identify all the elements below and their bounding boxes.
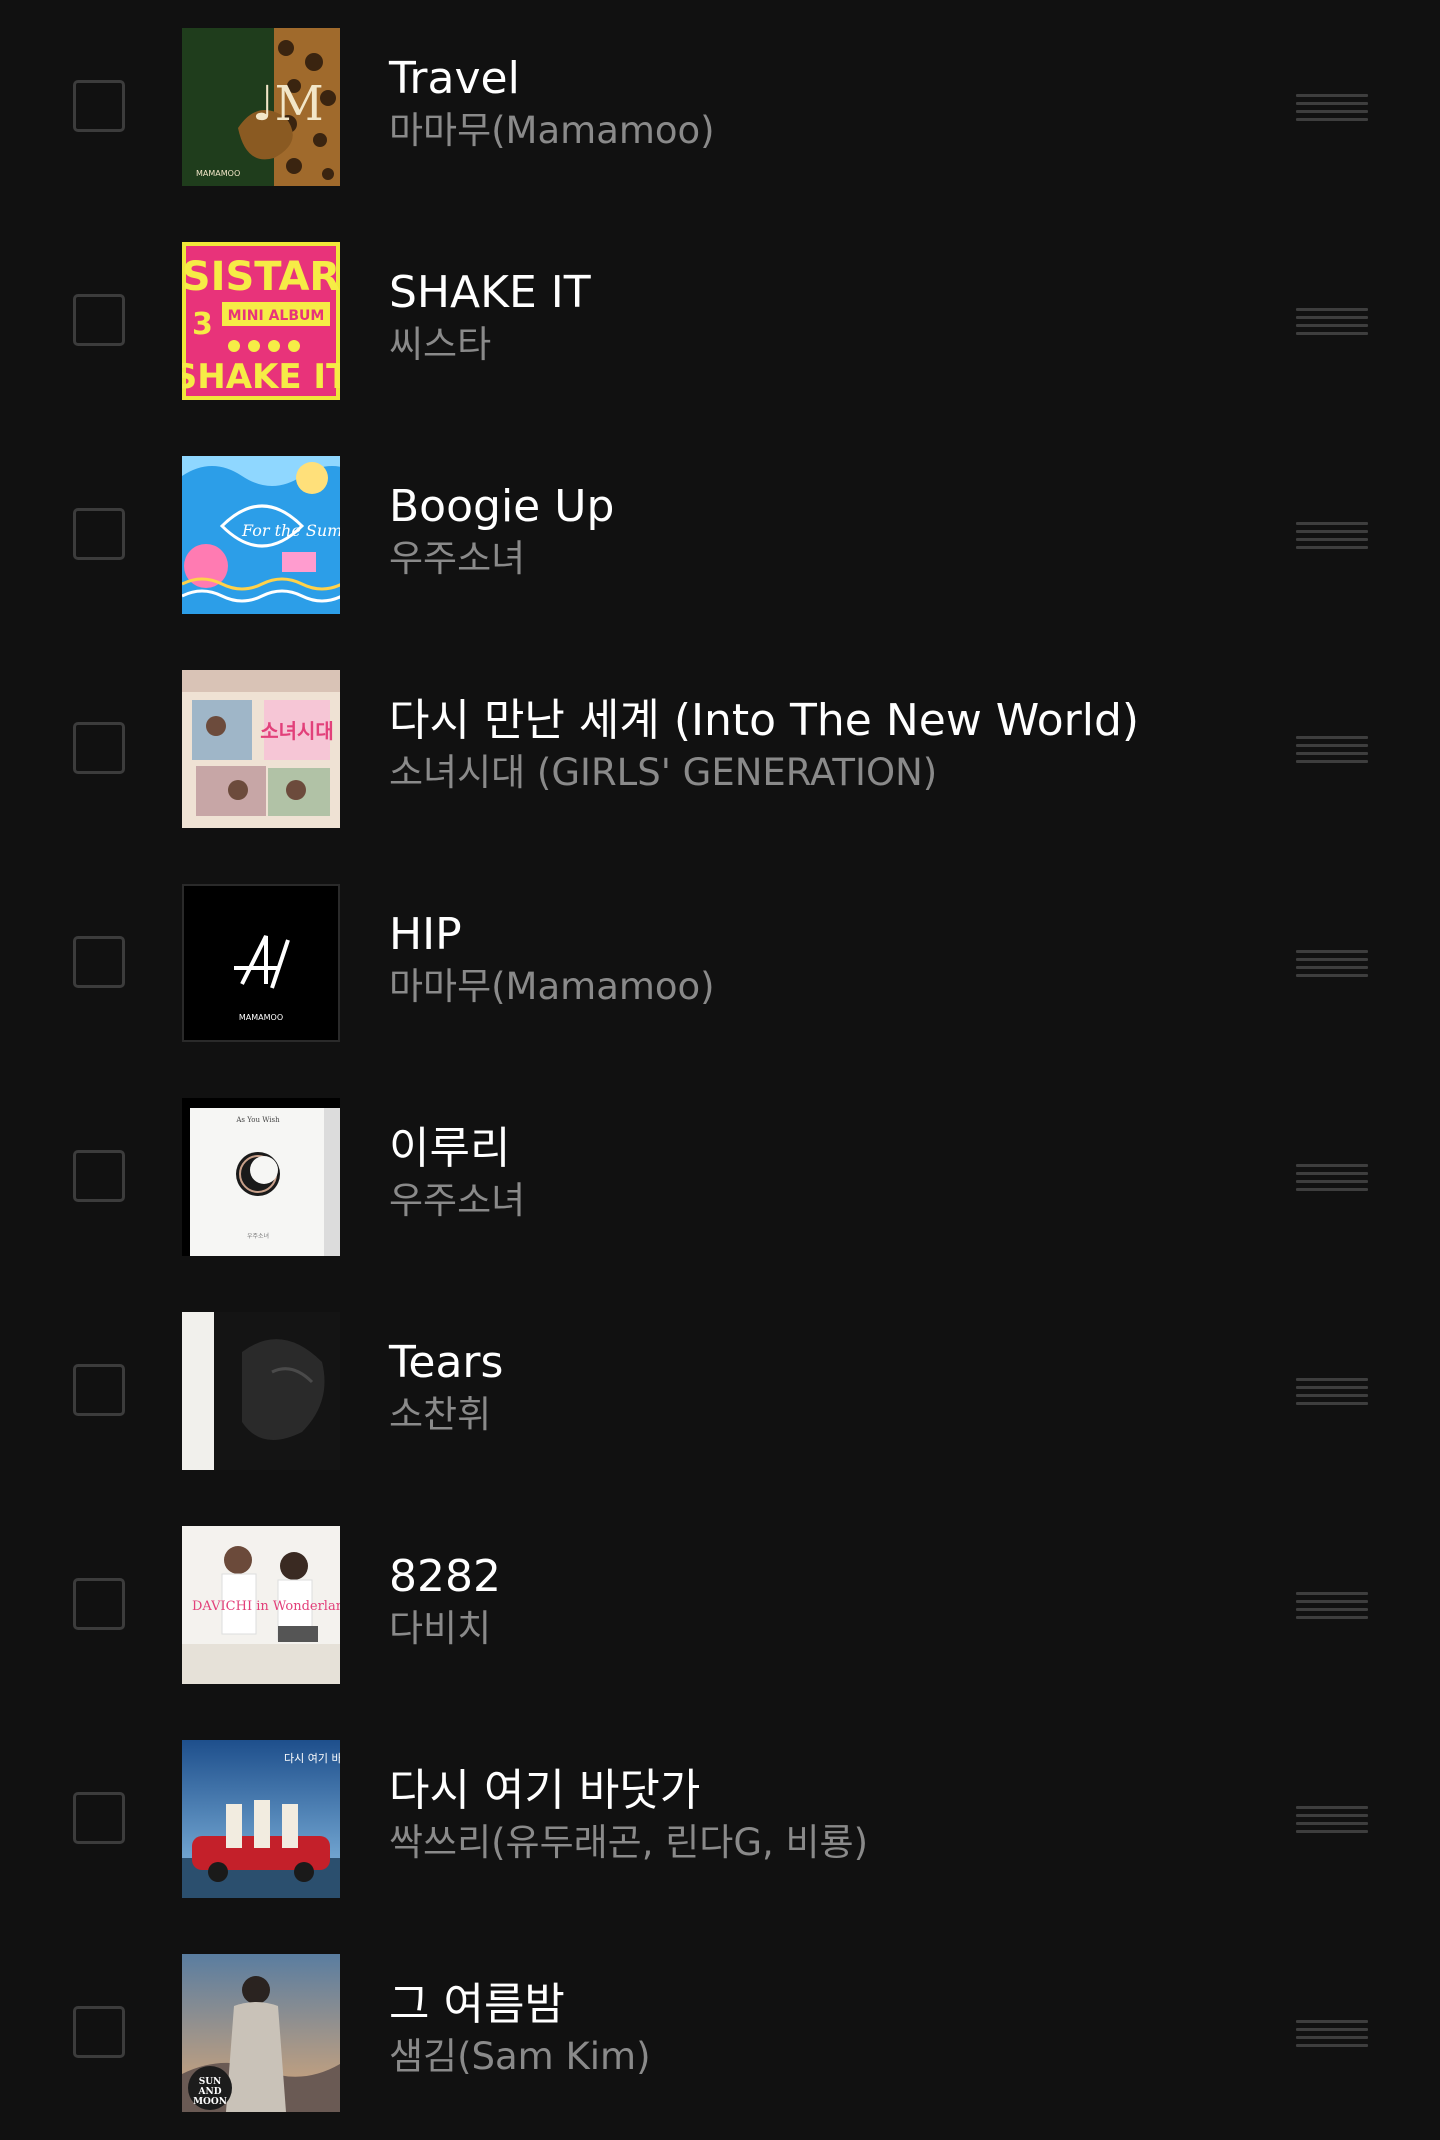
track-title: SHAKE IT <box>389 267 591 318</box>
track-title: HIP <box>389 909 462 960</box>
track-checkbox[interactable] <box>73 2006 125 2058</box>
album-cover: SISTAR MINI ALBUM 3 SHAKE IT <box>182 242 340 400</box>
track-info: SHAKE IT 씨스타 <box>389 266 1289 370</box>
album-cover-art-tears <box>182 1312 340 1470</box>
album-cover-art-into-the-new-world: 소녀시대 <box>182 670 340 828</box>
svg-text:MAMAMOO: MAMAMOO <box>239 1013 283 1022</box>
track-checkbox[interactable] <box>73 508 125 560</box>
track-info: Tears 소찬휘 <box>389 1336 1289 1440</box>
track-info: 다시 만난 세계 (Into The New World) 소녀시대 (GIRL… <box>389 694 1289 798</box>
track-info: Boogie Up 우주소녀 <box>389 480 1289 584</box>
drag-handle-icon[interactable] <box>1296 308 1368 336</box>
svg-text:DAVICHI in Wonderland: DAVICHI in Wonderland <box>192 1599 340 1614</box>
track-title: 그 여름밤 <box>389 1979 565 2030</box>
drag-handle-icon[interactable] <box>1296 736 1368 764</box>
track-artist: 샘김(Sam Kim) <box>389 2035 651 2078</box>
track-checkbox[interactable] <box>73 1792 125 1844</box>
album-cover-art-8282: DAVICHI in Wonderland <box>182 1526 340 1684</box>
track-title: Boogie Up <box>389 481 615 532</box>
track-row[interactable]: For the Summer Boogie Up 우주소녀 <box>0 428 1440 642</box>
track-row[interactable]: As You Wish 우주소녀 이루리 우주소녀 <box>0 1070 1440 1284</box>
album-cover: ♩M MAMAMOO <box>182 28 340 186</box>
svg-text:다시 여기 바닷가: 다시 여기 바닷가 <box>284 1752 340 1765</box>
album-cover: 소녀시대 <box>182 670 340 828</box>
track-checkbox[interactable] <box>73 1150 125 1202</box>
track-info: 이루리 우주소녀 <box>389 1122 1289 1226</box>
track-info: 8282 다비치 <box>389 1550 1289 1654</box>
album-cover-art-sun-and-moon: SUN AND MOON <box>182 1954 340 2112</box>
track-checkbox[interactable] <box>73 294 125 346</box>
drag-handle-icon[interactable] <box>1296 1164 1368 1192</box>
playlist-track-list: ♩M MAMAMOO Travel 마마무(Mamamoo) SISTAR MI… <box>0 0 1440 2140</box>
track-checkbox[interactable] <box>73 1364 125 1416</box>
drag-handle-icon[interactable] <box>1296 94 1368 122</box>
track-row[interactable]: SUN AND MOON 그 여름밤 샘김(Sam Kim) <box>0 1926 1440 2140</box>
track-artist: 싹쓰리(유두래곤, 린다G, 비룡) <box>389 1821 869 1864</box>
svg-text:우주소녀: 우주소녀 <box>247 1232 269 1240</box>
track-row[interactable]: Tears 소찬휘 <box>0 1284 1440 1498</box>
album-cover-art-as-you-wish: As You Wish 우주소녀 <box>182 1098 340 1256</box>
album-cover: 다시 여기 바닷가 <box>182 1740 340 1898</box>
svg-text:SHAKE IT: SHAKE IT <box>182 357 340 397</box>
drag-handle-icon[interactable] <box>1296 522 1368 550</box>
drag-handle-icon[interactable] <box>1296 2020 1368 2048</box>
svg-text:SISTAR: SISTAR <box>182 254 340 300</box>
track-artist: 소찬휘 <box>389 1393 492 1436</box>
track-title: 다시 여기 바닷가 <box>389 1765 701 1816</box>
svg-text:AND: AND <box>197 2087 221 2097</box>
track-artist: 씨스타 <box>389 323 492 366</box>
album-cover: DAVICHI in Wonderland <box>182 1526 340 1684</box>
track-row[interactable]: 소녀시대 다시 만난 세계 (Into The New World) 소녀시대 … <box>0 642 1440 856</box>
track-row[interactable]: DAVICHI in Wonderland 8282 다비치 <box>0 1498 1440 1712</box>
track-title: Travel <box>389 53 520 104</box>
track-info: 그 여름밤 샘김(Sam Kim) <box>389 1978 1289 2082</box>
track-checkbox[interactable] <box>73 722 125 774</box>
track-row[interactable]: ♩M MAMAMOO Travel 마마무(Mamamoo) <box>0 0 1440 214</box>
track-artist: 다비치 <box>389 1607 492 1650</box>
album-cover-art-back-to-the-beach: 다시 여기 바닷가 <box>182 1740 340 1898</box>
track-row[interactable]: MAMAMOO HIP 마마무(Mamamoo) <box>0 856 1440 1070</box>
track-checkbox[interactable] <box>73 80 125 132</box>
album-cover <box>182 1312 340 1470</box>
svg-text:SUN: SUN <box>199 2077 222 2087</box>
svg-text:소녀시대: 소녀시대 <box>260 719 334 743</box>
drag-handle-icon[interactable] <box>1296 950 1368 978</box>
album-cover: SUN AND MOON <box>182 1954 340 2112</box>
track-row[interactable]: 다시 여기 바닷가 다시 여기 바닷가 싹쓰리(유두래곤, 린다G, 비룡) <box>0 1712 1440 1926</box>
track-row[interactable]: SISTAR MINI ALBUM 3 SHAKE IT SHAKE IT 씨스… <box>0 214 1440 428</box>
drag-handle-icon[interactable] <box>1296 1378 1368 1406</box>
track-title: 다시 만난 세계 (Into The New World) <box>389 695 1140 746</box>
album-cover: MAMAMOO <box>182 884 340 1042</box>
svg-text:MAMAMOO: MAMAMOO <box>196 169 240 178</box>
track-title: 8282 <box>389 1551 501 1602</box>
svg-text:MOON: MOON <box>193 2097 227 2107</box>
track-title: 이루리 <box>389 1123 511 1174</box>
svg-text:♩M: ♩M <box>252 76 324 132</box>
album-cover: For the Summer <box>182 456 340 614</box>
track-info: Travel 마마무(Mamamoo) <box>389 52 1289 156</box>
track-info: HIP 마마무(Mamamoo) <box>389 908 1289 1012</box>
track-artist: 마마무(Mamamoo) <box>389 965 715 1008</box>
album-cover-art-travel: ♩M MAMAMOO <box>182 28 340 186</box>
track-artist: 소녀시대 (GIRLS' GENERATION) <box>389 751 938 794</box>
track-artist: 마마무(Mamamoo) <box>389 109 715 152</box>
svg-text:For the Summer: For the Summer <box>241 521 340 540</box>
album-cover: As You Wish 우주소녀 <box>182 1098 340 1256</box>
track-info: 다시 여기 바닷가 싹쓰리(유두래곤, 린다G, 비룡) <box>389 1764 1289 1868</box>
track-checkbox[interactable] <box>73 936 125 988</box>
drag-handle-icon[interactable] <box>1296 1592 1368 1620</box>
album-cover-art-hip: MAMAMOO <box>182 884 340 1042</box>
drag-handle-icon[interactable] <box>1296 1806 1368 1834</box>
svg-text:As You Wish: As You Wish <box>235 1116 280 1124</box>
svg-text:3: 3 <box>192 307 213 342</box>
track-artist: 우주소녀 <box>389 1179 526 1222</box>
svg-text:MINI ALBUM: MINI ALBUM <box>228 308 325 324</box>
track-title: Tears <box>389 1337 504 1388</box>
album-cover-art-shake-it: SISTAR MINI ALBUM 3 SHAKE IT <box>182 242 340 400</box>
track-artist: 우주소녀 <box>389 537 526 580</box>
album-cover-art-boogie-up: For the Summer <box>182 456 340 614</box>
track-checkbox[interactable] <box>73 1578 125 1630</box>
